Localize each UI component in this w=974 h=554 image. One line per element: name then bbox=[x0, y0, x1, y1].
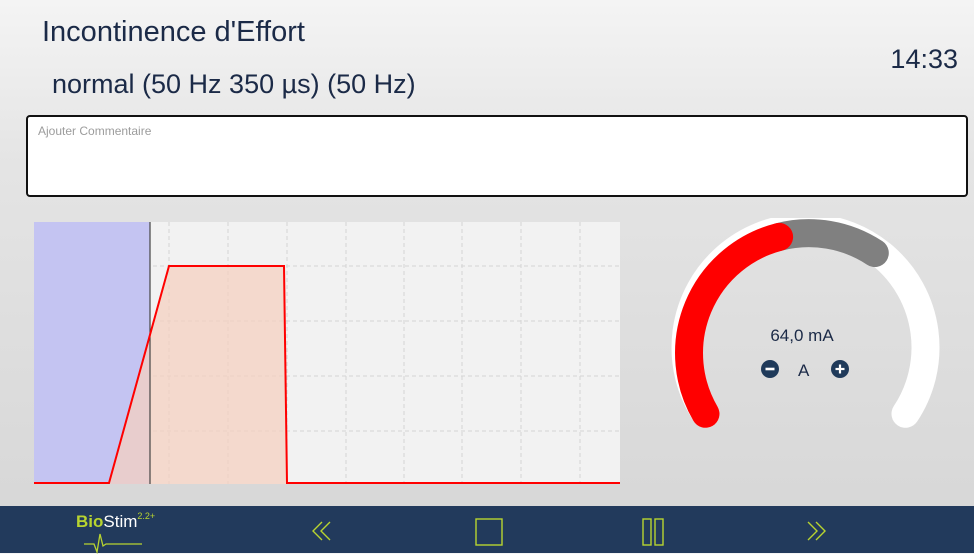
logo-stim: Stim bbox=[103, 512, 138, 531]
increase-intensity-button[interactable] bbox=[831, 360, 849, 378]
bottom-toolbar: BioStim2.2+ bbox=[0, 506, 974, 554]
comment-field[interactable]: Ajouter Commentaire bbox=[26, 115, 968, 197]
double-chevron-right-icon bbox=[807, 521, 826, 541]
session-progress-graph bbox=[34, 222, 620, 484]
decrease-intensity-button[interactable] bbox=[761, 360, 779, 378]
logo-version: 2.2+ bbox=[137, 511, 156, 521]
stop-button[interactable] bbox=[471, 516, 507, 546]
stop-square-icon bbox=[475, 518, 503, 546]
logo-bio: Bio bbox=[76, 512, 104, 531]
double-chevron-left-icon bbox=[312, 521, 331, 541]
pause-icon bbox=[642, 518, 664, 546]
pause-button[interactable] bbox=[636, 516, 672, 546]
pulse-wave-icon bbox=[84, 533, 142, 554]
intensity-value: 64,0 mA bbox=[770, 326, 834, 345]
clock: 14:33 bbox=[890, 44, 958, 74]
rewind-button[interactable] bbox=[304, 516, 340, 546]
forward-button[interactable] bbox=[798, 516, 834, 546]
program-title: Incontinence d'Effort bbox=[42, 16, 305, 48]
channel-controls: A bbox=[761, 360, 851, 380]
program-parameters: normal (50 Hz 350 µs) (50 Hz) bbox=[52, 69, 416, 99]
channel-label: A bbox=[798, 361, 810, 380]
gauge-pending-arc bbox=[765, 219, 889, 267]
comment-placeholder: Ajouter Commentaire bbox=[38, 124, 152, 138]
plus-circle-icon bbox=[835, 364, 845, 374]
minus-circle-icon bbox=[765, 367, 775, 371]
biostim-logo: BioStim2.2+ bbox=[76, 511, 166, 554]
